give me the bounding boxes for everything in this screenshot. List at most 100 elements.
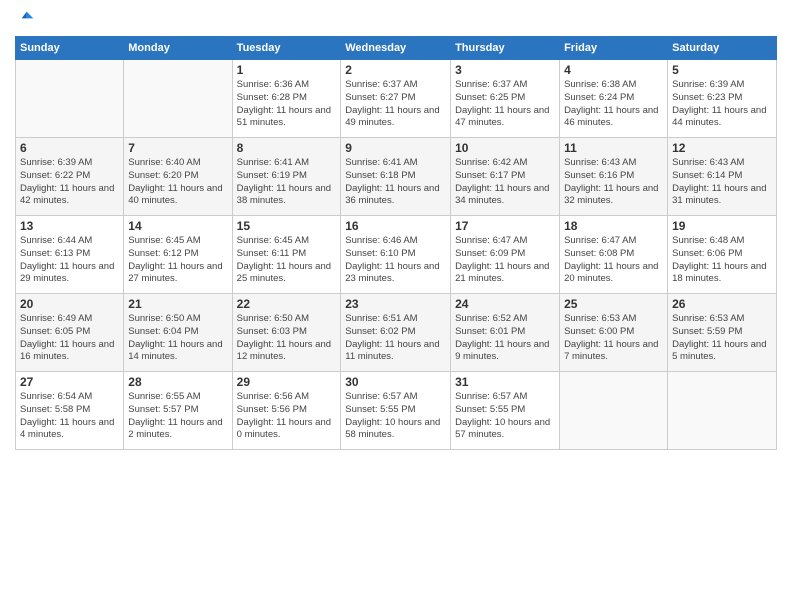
- day-number: 20: [20, 297, 119, 311]
- calendar-cell: 21 Sunrise: 6:50 AM Sunset: 6:04 PM Dayli…: [124, 294, 232, 372]
- day-number: 25: [564, 297, 663, 311]
- header-row: SundayMondayTuesdayWednesdayThursdayFrid…: [16, 37, 777, 60]
- day-info: Sunrise: 6:36 AM Sunset: 6:28 PM Dayligh…: [237, 79, 337, 130]
- day-number: 13: [20, 219, 119, 233]
- week-row-1: 1 Sunrise: 6:36 AM Sunset: 6:28 PM Daylig…: [16, 60, 777, 138]
- day-number: 28: [128, 375, 227, 389]
- calendar-cell: 31 Sunrise: 6:57 AM Sunset: 5:55 PM Dayli…: [451, 372, 560, 450]
- day-number: 26: [672, 297, 772, 311]
- calendar-cell: 16Sunrise: 6:46 AM Sunset: 6:10 PM Dayli…: [341, 216, 451, 294]
- day-info: Sunrise: 6:39 AM Sunset: 6:23 PM Dayligh…: [672, 79, 772, 130]
- day-number: 27: [20, 375, 119, 389]
- day-number: 11: [564, 141, 663, 155]
- day-info: Sunrise: 6:38 AM Sunset: 6:24 PM Dayligh…: [564, 79, 663, 130]
- calendar-cell: 1 Sunrise: 6:36 AM Sunset: 6:28 PM Daylig…: [232, 60, 341, 138]
- calendar-cell: 4 Sunrise: 6:38 AM Sunset: 6:24 PM Daylig…: [560, 60, 668, 138]
- day-number: 30: [345, 375, 446, 389]
- day-number: 10: [455, 141, 555, 155]
- calendar-cell: 12Sunrise: 6:43 AM Sunset: 6:14 PM Dayli…: [668, 138, 777, 216]
- calendar-cell: [124, 60, 232, 138]
- week-row-2: 6Sunrise: 6:39 AM Sunset: 6:22 PM Daylig…: [16, 138, 777, 216]
- day-number: 3: [455, 63, 555, 77]
- header-cell-thursday: Thursday: [451, 37, 560, 60]
- calendar-cell: 10Sunrise: 6:42 AM Sunset: 6:17 PM Dayli…: [451, 138, 560, 216]
- calendar-cell: 28 Sunrise: 6:55 AM Sunset: 5:57 PM Dayli…: [124, 372, 232, 450]
- logo: [15, 10, 37, 30]
- calendar-cell: [668, 372, 777, 450]
- calendar-cell: [560, 372, 668, 450]
- day-number: 17: [455, 219, 555, 233]
- calendar-table: SundayMondayTuesdayWednesdayThursdayFrid…: [15, 36, 777, 450]
- logo-icon: [15, 10, 35, 30]
- calendar-cell: 23 Sunrise: 6:51 AM Sunset: 6:02 PM Dayli…: [341, 294, 451, 372]
- calendar-cell: 11 Sunrise: 6:43 AM Sunset: 6:16 PM Dayli…: [560, 138, 668, 216]
- calendar-cell: 17 Sunrise: 6:47 AM Sunset: 6:09 PM Dayli…: [451, 216, 560, 294]
- day-info: Sunrise: 6:47 AM Sunset: 6:09 PM Dayligh…: [455, 235, 555, 286]
- day-number: 29: [237, 375, 337, 389]
- calendar-cell: 2 Sunrise: 6:37 AM Sunset: 6:27 PM Daylig…: [341, 60, 451, 138]
- day-info: Sunrise: 6:39 AM Sunset: 6:22 PM Dayligh…: [20, 157, 119, 208]
- day-number: 7: [128, 141, 227, 155]
- day-info: Sunrise: 6:57 AM Sunset: 5:55 PM Dayligh…: [345, 391, 446, 442]
- day-info: Sunrise: 6:45 AM Sunset: 6:11 PM Dayligh…: [237, 235, 337, 286]
- day-info: Sunrise: 6:41 AM Sunset: 6:19 PM Dayligh…: [237, 157, 337, 208]
- day-info: Sunrise: 6:41 AM Sunset: 6:18 PM Dayligh…: [345, 157, 446, 208]
- day-info: Sunrise: 6:50 AM Sunset: 6:03 PM Dayligh…: [237, 313, 337, 364]
- day-number: 24: [455, 297, 555, 311]
- calendar-cell: 26 Sunrise: 6:53 AM Sunset: 5:59 PM Dayli…: [668, 294, 777, 372]
- day-info: Sunrise: 6:48 AM Sunset: 6:06 PM Dayligh…: [672, 235, 772, 286]
- day-info: Sunrise: 6:50 AM Sunset: 6:04 PM Dayligh…: [128, 313, 227, 364]
- day-number: 19: [672, 219, 772, 233]
- calendar-cell: 7 Sunrise: 6:40 AM Sunset: 6:20 PM Daylig…: [124, 138, 232, 216]
- day-info: Sunrise: 6:55 AM Sunset: 5:57 PM Dayligh…: [128, 391, 227, 442]
- calendar-cell: 27Sunrise: 6:54 AM Sunset: 5:58 PM Dayli…: [16, 372, 124, 450]
- day-number: 2: [345, 63, 446, 77]
- day-info: Sunrise: 6:43 AM Sunset: 6:14 PM Dayligh…: [672, 157, 772, 208]
- day-number: 4: [564, 63, 663, 77]
- day-number: 8: [237, 141, 337, 155]
- day-info: Sunrise: 6:40 AM Sunset: 6:20 PM Dayligh…: [128, 157, 227, 208]
- day-info: Sunrise: 6:53 AM Sunset: 6:00 PM Dayligh…: [564, 313, 663, 364]
- calendar-cell: 30 Sunrise: 6:57 AM Sunset: 5:55 PM Dayli…: [341, 372, 451, 450]
- day-number: 21: [128, 297, 227, 311]
- day-info: Sunrise: 6:37 AM Sunset: 6:27 PM Dayligh…: [345, 79, 446, 130]
- header-cell-sunday: Sunday: [16, 37, 124, 60]
- day-info: Sunrise: 6:52 AM Sunset: 6:01 PM Dayligh…: [455, 313, 555, 364]
- calendar-cell: 25 Sunrise: 6:53 AM Sunset: 6:00 PM Dayli…: [560, 294, 668, 372]
- day-info: Sunrise: 6:56 AM Sunset: 5:56 PM Dayligh…: [237, 391, 337, 442]
- header-cell-friday: Friday: [560, 37, 668, 60]
- day-info: Sunrise: 6:49 AM Sunset: 6:05 PM Dayligh…: [20, 313, 119, 364]
- day-info: Sunrise: 6:53 AM Sunset: 5:59 PM Dayligh…: [672, 313, 772, 364]
- day-number: 18: [564, 219, 663, 233]
- day-number: 15: [237, 219, 337, 233]
- calendar-cell: 8 Sunrise: 6:41 AM Sunset: 6:19 PM Daylig…: [232, 138, 341, 216]
- day-info: Sunrise: 6:43 AM Sunset: 6:16 PM Dayligh…: [564, 157, 663, 208]
- day-number: 1: [237, 63, 337, 77]
- day-info: Sunrise: 6:57 AM Sunset: 5:55 PM Dayligh…: [455, 391, 555, 442]
- day-info: Sunrise: 6:45 AM Sunset: 6:12 PM Dayligh…: [128, 235, 227, 286]
- day-number: 22: [237, 297, 337, 311]
- calendar-cell: 22 Sunrise: 6:50 AM Sunset: 6:03 PM Dayli…: [232, 294, 341, 372]
- day-info: Sunrise: 6:51 AM Sunset: 6:02 PM Dayligh…: [345, 313, 446, 364]
- day-number: 31: [455, 375, 555, 389]
- calendar-header: SundayMondayTuesdayWednesdayThursdayFrid…: [16, 37, 777, 60]
- header-cell-wednesday: Wednesday: [341, 37, 451, 60]
- calendar-cell: 9 Sunrise: 6:41 AM Sunset: 6:18 PM Daylig…: [341, 138, 451, 216]
- day-number: 14: [128, 219, 227, 233]
- page: SundayMondayTuesdayWednesdayThursdayFrid…: [0, 0, 792, 612]
- day-number: 23: [345, 297, 446, 311]
- week-row-3: 13 Sunrise: 6:44 AM Sunset: 6:13 PM Dayli…: [16, 216, 777, 294]
- calendar-cell: 3Sunrise: 6:37 AM Sunset: 6:25 PM Daylig…: [451, 60, 560, 138]
- header: [15, 10, 777, 30]
- calendar-cell: 29 Sunrise: 6:56 AM Sunset: 5:56 PM Dayli…: [232, 372, 341, 450]
- calendar-cell: 19 Sunrise: 6:48 AM Sunset: 6:06 PM Dayli…: [668, 216, 777, 294]
- header-cell-tuesday: Tuesday: [232, 37, 341, 60]
- calendar-cell: 15 Sunrise: 6:45 AM Sunset: 6:11 PM Dayli…: [232, 216, 341, 294]
- day-number: 9: [345, 141, 446, 155]
- week-row-5: 27Sunrise: 6:54 AM Sunset: 5:58 PM Dayli…: [16, 372, 777, 450]
- calendar-cell: 18Sunrise: 6:47 AM Sunset: 6:08 PM Dayli…: [560, 216, 668, 294]
- calendar-body: 1 Sunrise: 6:36 AM Sunset: 6:28 PM Daylig…: [16, 60, 777, 450]
- calendar-cell: 13 Sunrise: 6:44 AM Sunset: 6:13 PM Dayli…: [16, 216, 124, 294]
- header-cell-monday: Monday: [124, 37, 232, 60]
- day-info: Sunrise: 6:44 AM Sunset: 6:13 PM Dayligh…: [20, 235, 119, 286]
